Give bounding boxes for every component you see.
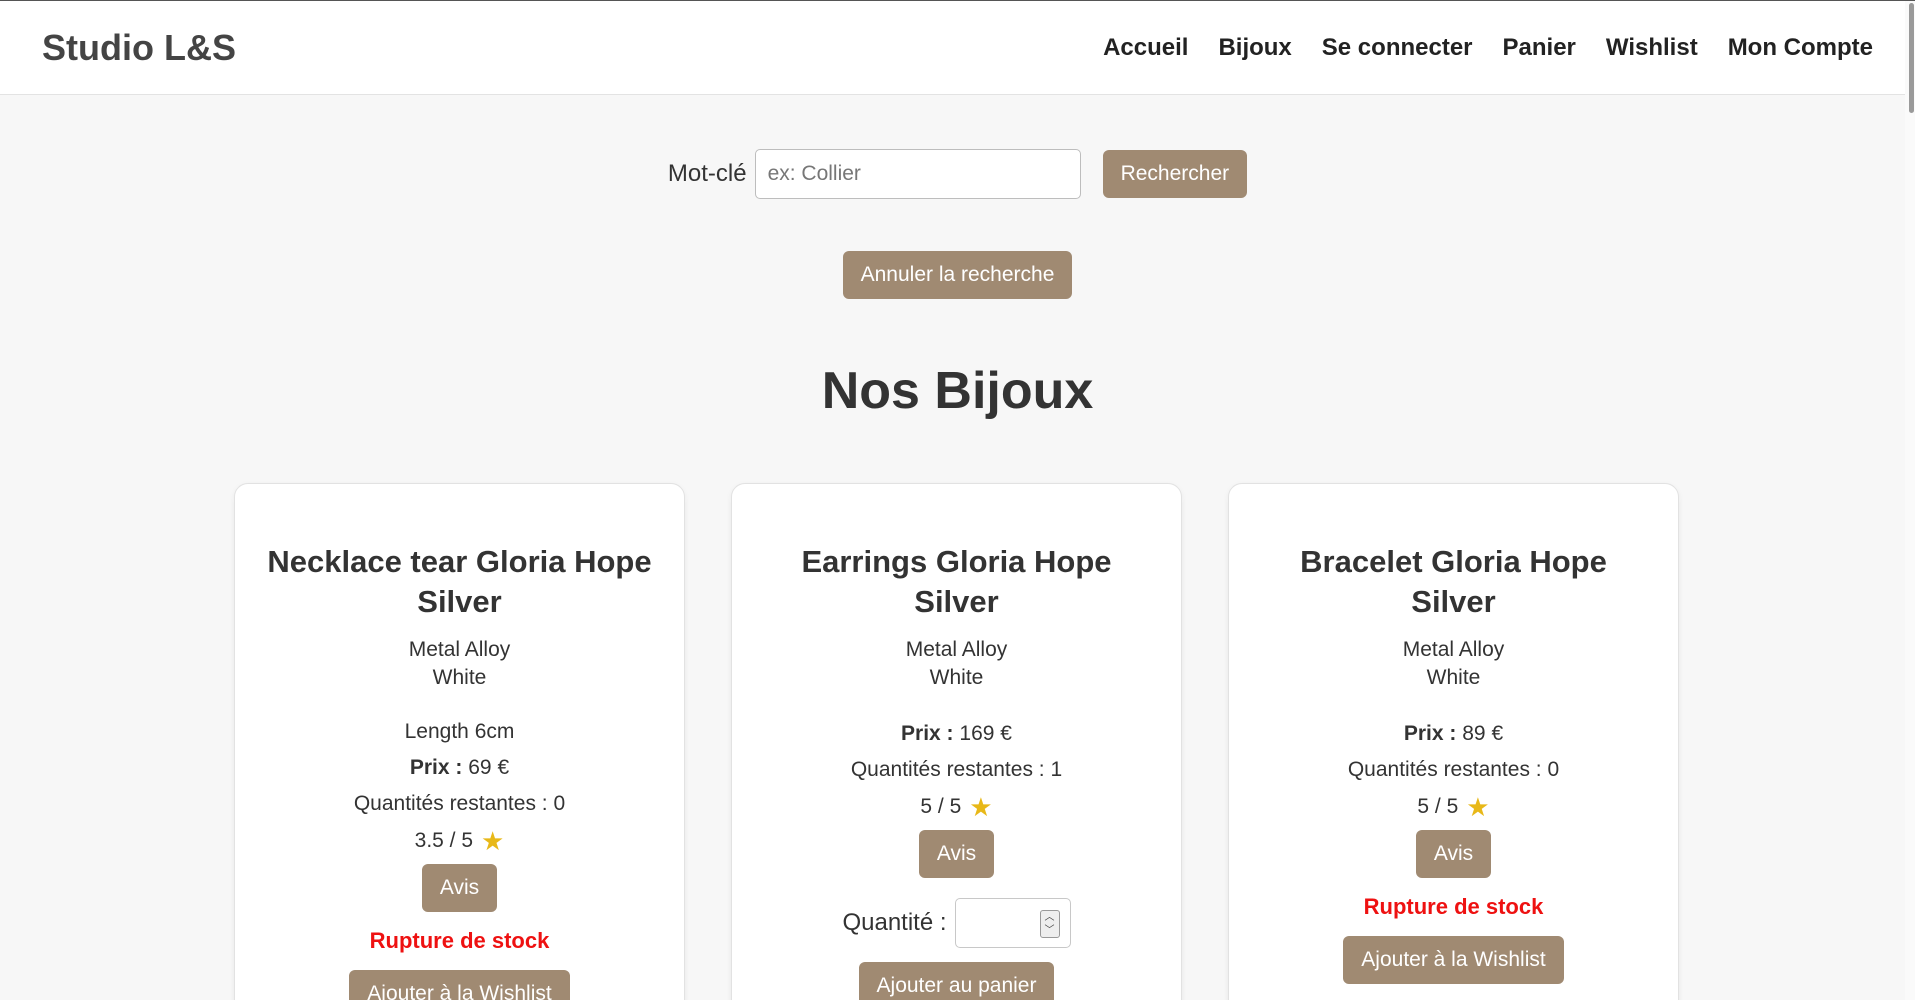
search-form: Mot-clé Rechercher: [0, 149, 1915, 199]
scrollbar-thumb[interactable]: [1909, 3, 1914, 113]
page-title: Nos Bijoux: [821, 362, 1094, 420]
product-name: Earrings Gloria Hope Silver: [801, 544, 1112, 619]
nav-bijoux[interactable]: Bijoux: [1218, 34, 1291, 62]
avis-button[interactable]: Avis: [421, 864, 498, 912]
out-of-stock-label: Rupture de stock: [1363, 894, 1544, 919]
product-card: Bracelet Gloria Hope Silver Metal Alloy …: [1228, 483, 1679, 1000]
product-remaining: Quantités restantes : 0: [1347, 758, 1560, 781]
product-rating: 5 / 5 ★: [1229, 794, 1678, 820]
number-spinner-icon[interactable]: ︿ ﹀: [1039, 910, 1060, 938]
product-material: Metal Alloy: [408, 638, 511, 661]
product-card: Necklace tear Gloria Hope Silver Metal A…: [234, 483, 685, 1000]
rating-value: 5 / 5: [920, 795, 962, 818]
product-material: Metal Alloy: [1402, 638, 1505, 661]
star-icon: ★: [1466, 792, 1490, 822]
product-material-color: Metal Alloy White: [732, 636, 1181, 692]
product-material-color: Metal Alloy White: [235, 636, 684, 692]
quantity-label: Quantité :: [842, 909, 947, 936]
product-color: White: [432, 666, 487, 689]
rating-value: 3.5 / 5: [414, 829, 474, 852]
product-rating: 5 / 5 ★: [732, 794, 1181, 820]
nav-panier[interactable]: Panier: [1503, 34, 1576, 62]
cancel-row: Annuler la recherche: [0, 251, 1915, 299]
product-grid: Necklace tear Gloria Hope Silver Metal A…: [234, 483, 1679, 1000]
nav-se-connecter[interactable]: Se connecter: [1322, 34, 1473, 62]
cancel-search-button[interactable]: Annuler la recherche: [842, 251, 1073, 299]
add-to-wishlist-button[interactable]: Ajouter à la Wishlist: [1343, 936, 1564, 984]
product-name: Bracelet Gloria Hope Silver: [1300, 544, 1607, 619]
avis-button[interactable]: Avis: [1415, 830, 1492, 878]
site-header: Studio L&S Accueil Bijoux Se connecter P…: [0, 1, 1915, 95]
price-label: Prix :: [1403, 722, 1457, 745]
product-material: Metal Alloy: [905, 638, 1008, 661]
product-price: Prix : 89 €: [1229, 722, 1678, 746]
add-to-wishlist-button[interactable]: Ajouter à la Wishlist: [349, 970, 570, 1000]
search-button[interactable]: Rechercher: [1102, 150, 1248, 198]
product-material-color: Metal Alloy White: [1229, 636, 1678, 692]
add-to-cart-button[interactable]: Ajouter au panier: [858, 962, 1055, 1000]
nav-accueil[interactable]: Accueil: [1103, 34, 1188, 62]
product-card: Earrings Gloria Hope Silver Metal Alloy …: [731, 483, 1182, 1000]
rating-value: 5 / 5: [1417, 795, 1459, 818]
product-remaining: Quantités restantes : 1: [850, 758, 1063, 781]
product-name: Necklace tear Gloria Hope Silver: [267, 544, 652, 619]
product-price: Prix : 169 €: [732, 722, 1181, 746]
price-value: 169 €: [959, 722, 1012, 745]
price-value: 89 €: [1462, 722, 1504, 745]
search-label: Mot-clé: [667, 160, 747, 187]
product-color: White: [1426, 666, 1481, 689]
product-length: Length 6cm: [404, 720, 515, 743]
nav-wishlist[interactable]: Wishlist: [1606, 34, 1698, 62]
avis-button[interactable]: Avis: [918, 830, 995, 878]
quantity-stepper[interactable]: ︿ ﹀: [954, 898, 1071, 948]
out-of-stock-label: Rupture de stock: [369, 928, 550, 953]
product-color: White: [929, 666, 984, 689]
nav-mon-compte[interactable]: Mon Compte: [1728, 34, 1873, 62]
page-scrollbar[interactable]: [1905, 1, 1915, 1000]
star-icon: ★: [969, 792, 993, 822]
price-value: 69 €: [468, 756, 510, 779]
price-label: Prix :: [409, 756, 463, 779]
quantity-row: Quantité : ︿ ﹀: [732, 898, 1181, 948]
price-label: Prix :: [901, 722, 954, 745]
brand-logo[interactable]: Studio L&S: [42, 27, 236, 69]
product-rating: 3.5 / 5 ★: [235, 828, 684, 854]
product-remaining: Quantités restantes : 0: [353, 792, 566, 815]
main-nav: Accueil Bijoux Se connecter Panier Wishl…: [1103, 34, 1873, 62]
search-input[interactable]: [754, 149, 1081, 199]
star-icon: ★: [481, 826, 505, 856]
product-price: Prix : 69 €: [235, 756, 684, 780]
